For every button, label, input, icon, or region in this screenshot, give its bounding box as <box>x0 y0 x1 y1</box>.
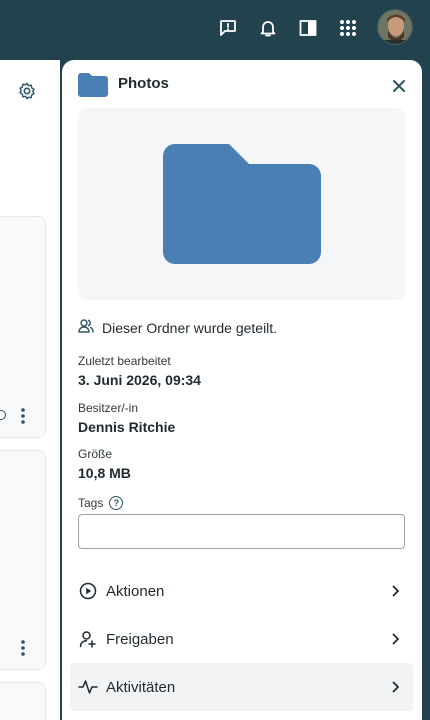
shared-status: Dieser Ordner wurde geteilt. <box>78 318 277 338</box>
tags-input[interactable] <box>78 514 405 549</box>
nav-shares[interactable]: Freigaben <box>70 615 413 663</box>
more-options-icon[interactable] <box>14 638 32 658</box>
tags-label-row: Tags ? <box>78 496 124 510</box>
nav-actions[interactable]: Aktionen <box>70 567 413 615</box>
chevron-right-icon <box>389 584 403 598</box>
more-options-icon[interactable] <box>14 406 32 426</box>
tags-label: Tags <box>78 496 104 510</box>
file-card[interactable] <box>0 216 46 438</box>
chevron-right-icon <box>389 632 403 646</box>
file-card[interactable] <box>0 450 46 670</box>
size-value: 10,8 MB <box>78 465 131 481</box>
shared-text: Dieser Ordner wurde geteilt. <box>102 320 278 336</box>
nav-shares-label: Freigaben <box>106 630 174 648</box>
file-list-panel <box>0 60 60 720</box>
owner-info: Besitzer/-in Dennis Ritchie <box>78 401 175 435</box>
size-label: Größe <box>78 447 113 461</box>
user-plus-icon <box>78 629 98 649</box>
modified-label: Zuletzt bearbeitet <box>78 354 171 368</box>
feedback-icon[interactable] <box>214 14 242 42</box>
notifications-icon[interactable] <box>254 14 282 42</box>
activity-icon <box>78 677 98 697</box>
chevron-right-icon <box>389 680 403 694</box>
user-avatar[interactable] <box>377 9 413 45</box>
top-bar <box>0 0 430 56</box>
modified-info: Zuletzt bearbeitet 3. Juni 2026, 09:34 <box>78 354 201 388</box>
file-card[interactable] <box>0 682 46 720</box>
folder-icon <box>78 73 108 101</box>
folder-preview <box>78 108 405 300</box>
help-icon[interactable]: ? <box>109 496 124 510</box>
close-icon[interactable] <box>388 75 410 97</box>
owner-label: Besitzer/-in <box>78 401 139 415</box>
nav-activities[interactable]: Aktivitäten <box>70 663 413 711</box>
users-icon <box>78 318 94 338</box>
sidebar-toggle-icon[interactable] <box>294 14 322 42</box>
play-circle-icon <box>78 581 98 601</box>
size-info: Größe 10,8 MB <box>78 447 131 481</box>
large-folder-icon <box>162 144 321 264</box>
owner-value: Dennis Ritchie <box>78 419 176 435</box>
settings-gear-icon[interactable] <box>14 78 40 104</box>
modified-value: 3. Juni 2026, 09:34 <box>78 372 201 388</box>
apps-grid-icon[interactable] <box>334 14 362 42</box>
drawer-title: Photos <box>118 75 169 92</box>
nav-actions-label: Aktionen <box>106 582 165 600</box>
nav-activities-label: Aktivitäten <box>106 678 176 696</box>
details-drawer: Photos Dieser Ordner wurde geteilt. Zule… <box>62 60 422 720</box>
